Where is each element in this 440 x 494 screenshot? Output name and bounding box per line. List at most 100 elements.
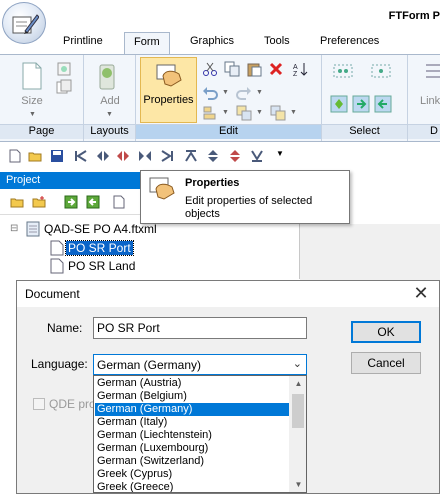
paste-icon[interactable]: [246, 61, 262, 77]
copy-icon[interactable]: [224, 61, 240, 77]
select-next-icon[interactable]: [352, 95, 370, 113]
scroll-up-icon[interactable]: ▲: [290, 376, 306, 391]
properties-hand-icon: [156, 64, 182, 87]
properties-button[interactable]: Properties: [140, 57, 197, 123]
project-export-icon[interactable]: [86, 195, 100, 209]
order-icon[interactable]: [270, 105, 286, 121]
sort-icon[interactable]: A Z: [292, 61, 308, 77]
link-icon: [426, 64, 440, 78]
select-previous-icon[interactable]: [374, 95, 392, 113]
ok-button[interactable]: OK: [351, 321, 421, 343]
main-toolbar: ▼: [0, 146, 440, 168]
group-dropdown-arrow-icon[interactable]: ▼: [256, 109, 263, 116]
language-option[interactable]: Greek (Greece): [95, 481, 289, 492]
group-d: Link D: [408, 55, 440, 141]
tab-preferences[interactable]: Preferences: [320, 35, 379, 47]
project-import-icon[interactable]: [64, 195, 78, 209]
page-settings-icon: [57, 62, 71, 76]
qde-checkbox-row[interactable]: QDE pron: [33, 397, 102, 411]
scroll-thumb[interactable]: [292, 394, 304, 428]
properties-tooltip: Properties Edit properties of selected o…: [140, 170, 350, 224]
select-first-icon[interactable]: [330, 95, 348, 113]
language-option[interactable]: German (Liechtenstein): [95, 429, 289, 442]
tree-root[interactable]: QAD-SE PO A4.ftxml: [44, 222, 157, 236]
ribbon-tabs: Printline Form Graphics Tools Preference…: [0, 32, 440, 55]
document-dialog: Document ✕ Name: PO SR Port OK Cancel La…: [16, 280, 440, 494]
move-up-icon[interactable]: [206, 149, 220, 163]
language-select[interactable]: German (Germany) ⌄: [93, 354, 307, 375]
language-option[interactable]: German (Belgium): [95, 390, 289, 403]
redo-icon[interactable]: [236, 85, 252, 101]
tab-form[interactable]: Form: [124, 32, 170, 55]
name-input[interactable]: PO SR Port: [93, 317, 307, 339]
tab-graphics[interactable]: Graphics: [190, 35, 234, 47]
svg-text:A: A: [293, 64, 298, 71]
tree-item-po-sr-port[interactable]: PO SR Port: [65, 240, 134, 256]
project-open-icon[interactable]: [10, 195, 24, 209]
dialog-title: Document: [25, 287, 80, 301]
move-bottom-icon[interactable]: [250, 149, 264, 163]
add-layout-icon: [99, 64, 115, 90]
form-file-icon: [26, 221, 40, 237]
language-option[interactable]: German (Germany): [95, 403, 289, 416]
move-top-icon[interactable]: [184, 149, 198, 163]
delete-icon[interactable]: [268, 61, 284, 77]
undo-icon[interactable]: [202, 85, 218, 101]
properties-label: Properties: [143, 94, 194, 106]
center-vertical-icon[interactable]: [228, 149, 242, 163]
page-size-icon: [22, 62, 42, 90]
tree-collapse-icon[interactable]: ⊟: [10, 223, 18, 234]
qde-checkbox[interactable]: [33, 398, 45, 410]
language-dropdown-list[interactable]: German (Austria) German (Belgium) German (…: [93, 375, 307, 493]
scroll-down-icon[interactable]: ▼: [290, 477, 306, 492]
properties-hand-icon: [149, 177, 175, 200]
ribbon-panel: Size ▼ Page Add ▼ Layouts Properties A Z…: [0, 54, 440, 142]
cancel-button[interactable]: Cancel: [351, 352, 421, 374]
move-first-icon[interactable]: [74, 149, 88, 163]
tab-tools[interactable]: Tools: [264, 35, 290, 47]
group-layouts: Add ▼ Layouts: [84, 55, 136, 141]
chevron-down-icon: ⌄: [292, 358, 302, 370]
group-page: Size ▼ Page: [0, 55, 84, 141]
open-folder-icon[interactable]: [28, 149, 42, 163]
tooltip-description: Edit properties of selected objects: [185, 195, 313, 220]
group-layouts-label: Layouts: [84, 124, 135, 139]
link-button[interactable]: Link: [420, 95, 440, 107]
distribute-horizontal-icon[interactable]: [138, 149, 152, 163]
undo-dropdown-arrow-icon[interactable]: ▼: [222, 89, 229, 96]
tab-printline[interactable]: Printline: [63, 35, 103, 47]
language-option[interactable]: German (Austria): [95, 377, 289, 390]
group-page-label: Page: [0, 124, 83, 139]
move-left-icon[interactable]: [96, 149, 110, 163]
toolbar-overflow-icon[interactable]: ▼: [276, 149, 284, 158]
new-file-icon[interactable]: [8, 149, 22, 163]
group-d-label: D: [408, 124, 440, 139]
language-option[interactable]: German (Luxembourg): [95, 442, 289, 455]
select-none-icon[interactable]: [370, 63, 392, 79]
add-dropdown-arrow-icon: ▼: [106, 111, 113, 118]
group-objects-icon[interactable]: [236, 105, 252, 121]
save-icon[interactable]: [50, 149, 64, 163]
dropdown-scrollbar[interactable]: ▲ ▼: [289, 376, 306, 492]
redo-dropdown-arrow-icon[interactable]: ▼: [256, 89, 263, 96]
order-dropdown-arrow-icon[interactable]: ▼: [290, 109, 297, 116]
project-new-folder-icon[interactable]: [32, 195, 46, 209]
page-document-icon: [50, 258, 64, 274]
select-all-icon[interactable]: [332, 63, 354, 79]
align-dropdown-arrow-icon[interactable]: ▼: [222, 109, 229, 116]
size-button[interactable]: Size: [10, 95, 54, 107]
project-new-doc-icon[interactable]: [112, 195, 126, 209]
language-option[interactable]: German (Switzerland): [95, 455, 289, 468]
language-option[interactable]: German (Italy): [95, 416, 289, 429]
add-layout-button[interactable]: Add: [88, 95, 132, 107]
close-icon[interactable]: ✕: [409, 283, 433, 303]
language-option[interactable]: Greek (Cyprus): [95, 468, 289, 481]
page-document-icon: [50, 240, 64, 256]
workspace-background: [300, 224, 440, 280]
center-horizontal-icon[interactable]: [116, 149, 130, 163]
cut-icon[interactable]: [202, 61, 218, 77]
language-label: Language:: [31, 357, 88, 371]
tree-item-po-sr-land[interactable]: PO SR Land: [68, 259, 135, 273]
align-icon[interactable]: [202, 105, 218, 121]
move-last-icon[interactable]: [160, 149, 174, 163]
